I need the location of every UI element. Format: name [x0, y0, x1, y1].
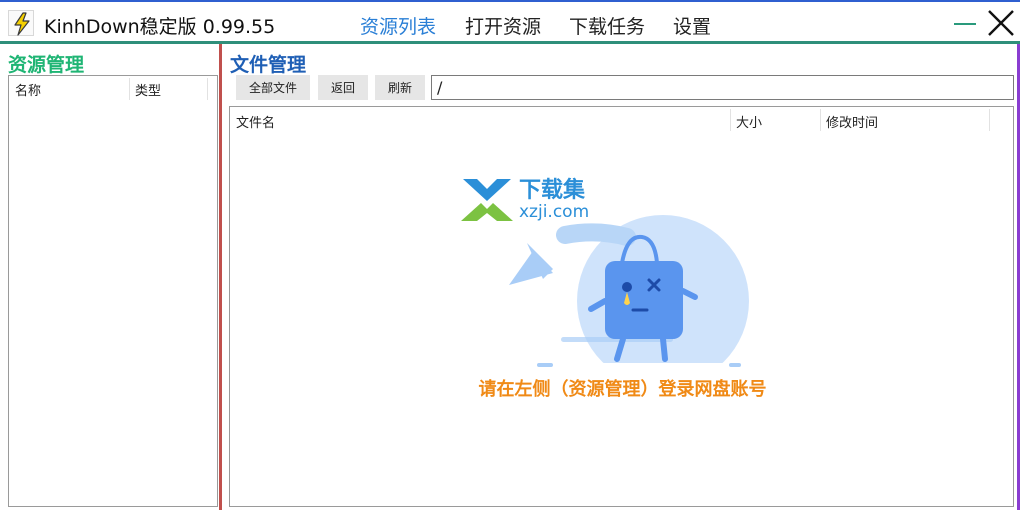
empty-state-login-hint: 请在左侧（资源管理）登录网盘账号: [478, 379, 767, 400]
empty-state-mascot-icon: [509, 215, 749, 373]
column-header-filename[interactable]: 文件名: [236, 112, 275, 131]
app-title: KinhDown稳定版 0.99.55: [44, 16, 276, 38]
watermark-brand: 下载集: [519, 177, 586, 203]
watermark-url: xzji.com: [519, 202, 589, 222]
resource-list[interactable]: 名称 类型: [8, 75, 218, 507]
column-divider[interactable]: [989, 109, 990, 131]
file-management-title: 文件管理: [230, 54, 307, 76]
file-management-panel: 文件管理 全部文件 返回 刷新 文件名 大小 修改时间 下载集 xzji.com: [225, 44, 1020, 510]
file-list[interactable]: 文件名 大小 修改时间 下载集 xzji.com 请在左侧（资源管理）登录网盘账…: [229, 106, 1014, 507]
title-bar: KinhDown稳定版 0.99.55 资源列表 打开资源 下载任务 设置: [0, 0, 1020, 44]
watermark-logo-icon: [461, 179, 513, 221]
all-files-button[interactable]: 全部文件: [236, 75, 310, 100]
column-header-modified-time[interactable]: 修改时间: [826, 112, 878, 131]
lightning-bolt-icon: [8, 10, 34, 36]
path-input[interactable]: [431, 75, 1014, 100]
column-divider[interactable]: [730, 109, 731, 131]
back-button[interactable]: 返回: [318, 75, 368, 100]
menu-settings[interactable]: 设置: [673, 12, 711, 39]
column-header-type[interactable]: 类型: [135, 80, 161, 99]
close-icon[interactable]: [986, 8, 1016, 38]
refresh-button[interactable]: 刷新: [375, 75, 425, 100]
column-header-name[interactable]: 名称: [15, 80, 41, 99]
menu-resource-list[interactable]: 资源列表: [360, 12, 436, 39]
menu-open-resource[interactable]: 打开资源: [465, 12, 541, 39]
minimize-icon[interactable]: [950, 8, 980, 38]
column-header-size[interactable]: 大小: [736, 112, 762, 131]
resource-management-title: 资源管理: [8, 54, 85, 76]
empty-state-illustration: 下载集 xzji.com: [461, 177, 749, 373]
column-divider[interactable]: [129, 78, 130, 100]
column-divider[interactable]: [207, 78, 208, 100]
column-divider[interactable]: [820, 109, 821, 131]
resource-management-panel: 资源管理 名称 类型: [0, 44, 222, 510]
menu-download-tasks[interactable]: 下载任务: [569, 12, 645, 39]
